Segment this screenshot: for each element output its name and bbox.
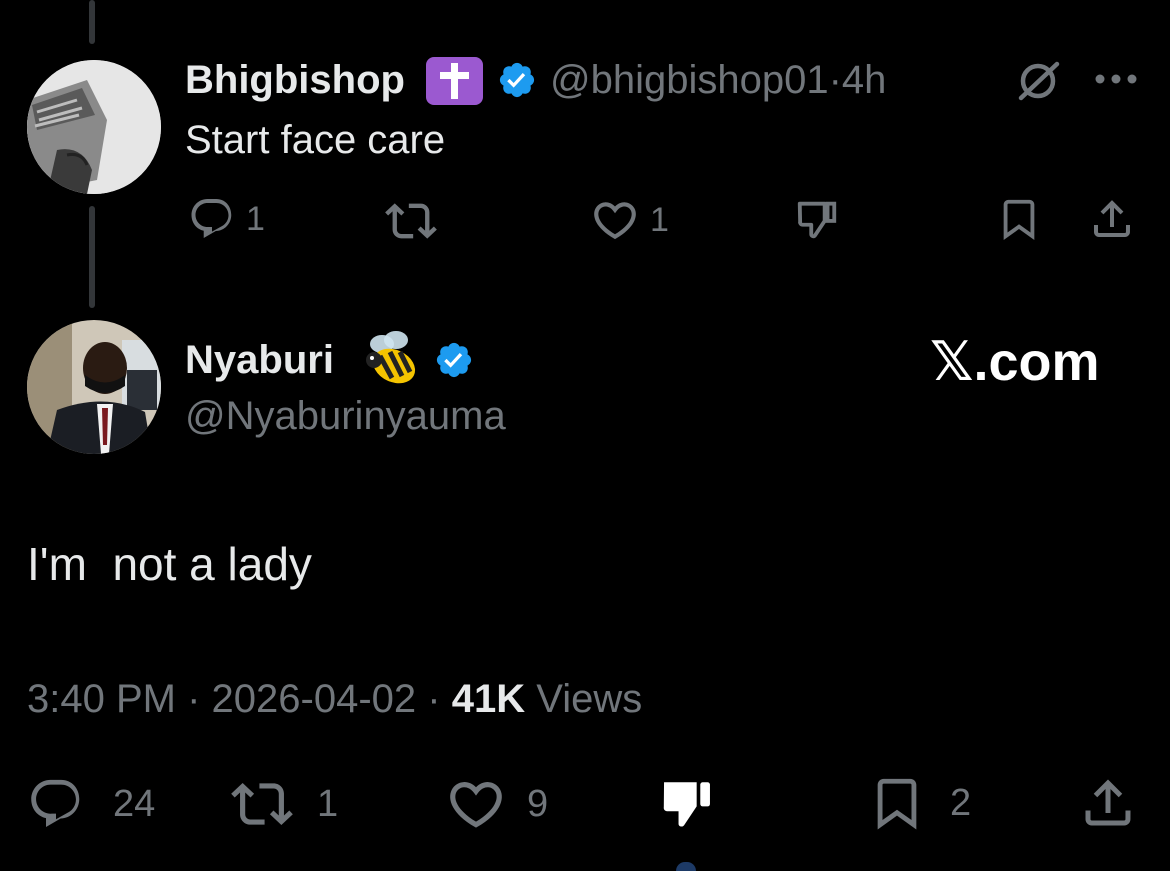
- bookmark-icon: [877, 778, 917, 830]
- parent-like-button[interactable]: 1: [590, 195, 669, 245]
- main-repost-count: 1: [317, 782, 339, 825]
- bookmark-icon: [1003, 199, 1035, 240]
- main-like-button[interactable]: 9: [445, 773, 548, 835]
- parent-reply-button[interactable]: 1: [188, 195, 265, 243]
- avatar-image: [27, 60, 161, 194]
- meta-separator: ·: [828, 58, 842, 102]
- share-icon: [1094, 200, 1130, 237]
- handle-text: @bhigbishop01: [550, 58, 829, 102]
- post-date[interactable]: 2026-04-02: [212, 677, 417, 721]
- xcom-watermark: 𝕏.com: [930, 332, 1100, 392]
- main-share-button[interactable]: [1078, 773, 1138, 833]
- thread-line-middle: [89, 206, 95, 308]
- parent-like-count: 1: [650, 200, 669, 239]
- repost-icon: [385, 203, 437, 239]
- post-metadata: 3:40 PM · 2026-04-02 · 41K Views: [27, 674, 642, 724]
- reply-icon: [31, 779, 80, 828]
- reply-icon: [191, 199, 232, 239]
- views-label: Views: [536, 677, 643, 721]
- main-repost-button[interactable]: 1: [231, 773, 338, 835]
- meta-separator: ·: [187, 677, 201, 721]
- meta-separator: ·: [427, 677, 441, 721]
- post-time[interactable]: 3:40 PM: [27, 677, 176, 721]
- verified-badge-icon: [499, 62, 535, 98]
- parent-dislike-button[interactable]: [794, 196, 840, 242]
- main-bookmark-button[interactable]: 2: [868, 773, 971, 833]
- verified-badge-icon: [436, 342, 472, 378]
- post-age[interactable]: 4h: [842, 58, 887, 102]
- avatar-nyaburi[interactable]: [27, 320, 161, 454]
- repost-icon: [231, 783, 293, 825]
- author-handle-nyaburi[interactable]: @Nyaburinyauma: [185, 392, 506, 440]
- bee-emoji: [366, 331, 416, 384]
- main-post-text: I'm not a lady: [27, 538, 312, 590]
- latin-cross-emoji: [426, 57, 483, 105]
- main-reply-button[interactable]: 24: [27, 775, 155, 833]
- views-count[interactable]: 41K: [452, 677, 525, 721]
- main-bookmark-count: 2: [950, 781, 972, 824]
- author-name-nyaburi[interactable]: Nyaburi: [185, 336, 334, 384]
- parent-repost-button[interactable]: [385, 195, 437, 247]
- like-icon: [594, 202, 636, 240]
- parent-reply-count: 1: [246, 199, 265, 238]
- main-like-count: 9: [527, 782, 549, 825]
- author-handle-bhigbishop[interactable]: @bhigbishop01·4h: [550, 56, 886, 104]
- thread-line-top: [89, 0, 95, 44]
- main-reply-count: 24: [113, 782, 156, 825]
- parent-bookmark-button[interactable]: [996, 195, 1042, 243]
- like-icon: [450, 782, 502, 828]
- author-name-bhigbishop[interactable]: Bhigbishop: [185, 56, 405, 104]
- avatar-bhigbishop[interactable]: [27, 60, 161, 194]
- grok-icon[interactable]: [1013, 54, 1065, 106]
- more-icon[interactable]: [1094, 73, 1138, 85]
- share-icon: [1085, 779, 1131, 826]
- dislike-icon: [663, 782, 710, 827]
- main-dislike-button[interactable]: [658, 775, 716, 833]
- dislike-icon: [797, 201, 837, 239]
- parent-post-text: Start face care: [185, 118, 446, 162]
- dislike-active-indicator: [676, 862, 696, 871]
- parent-share-button[interactable]: [1088, 195, 1136, 243]
- avatar-image: [27, 320, 161, 454]
